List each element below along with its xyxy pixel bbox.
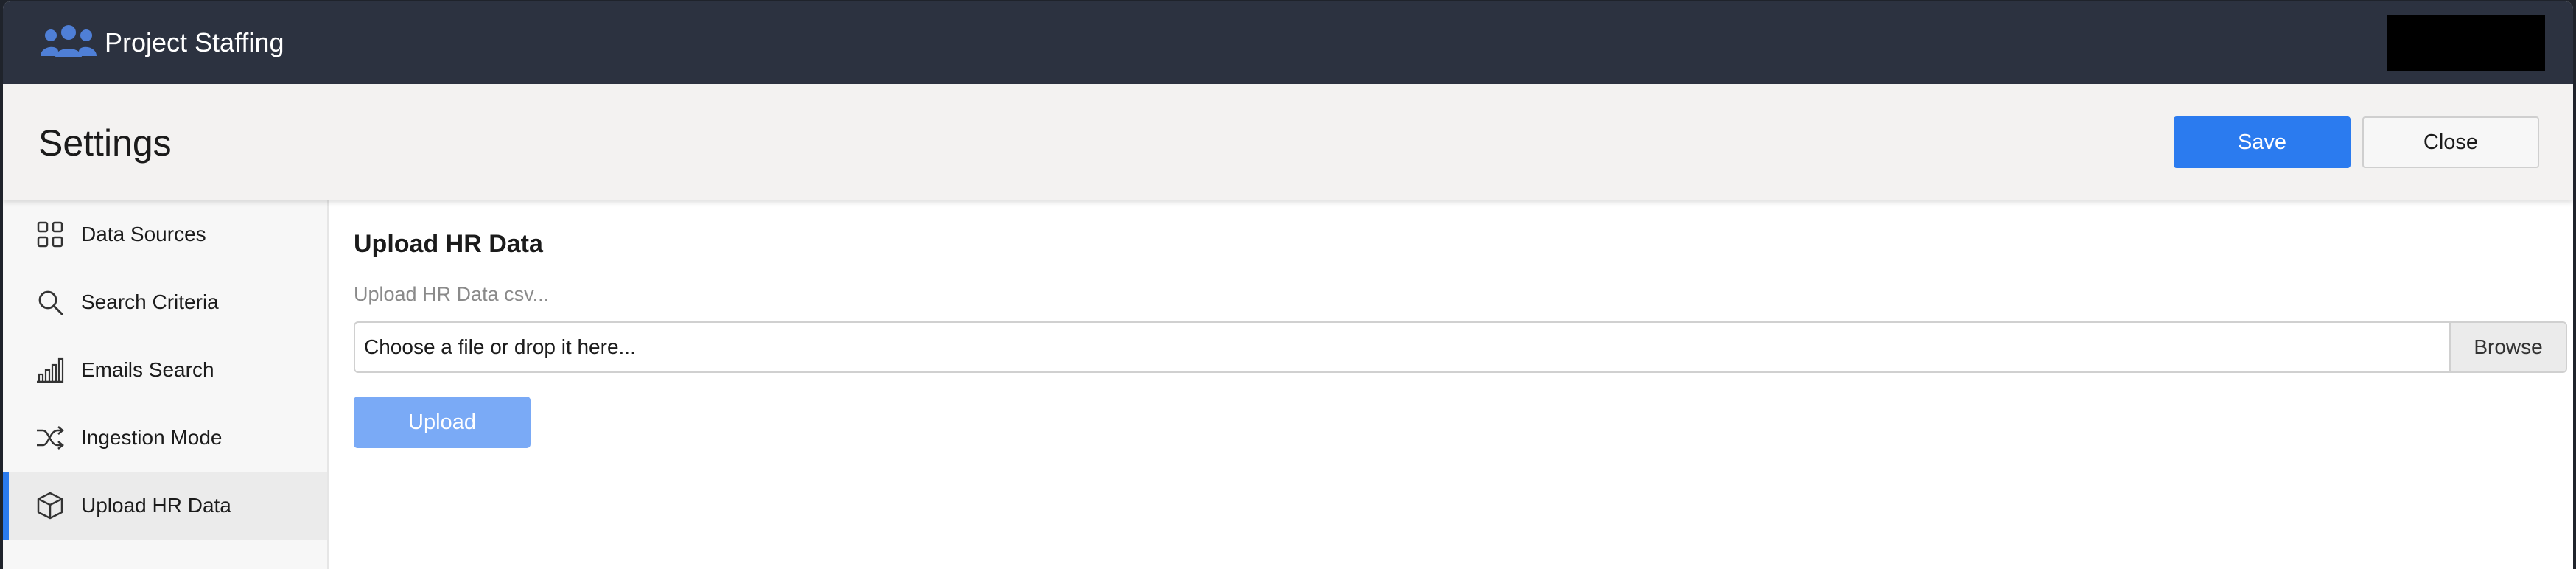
user-menu[interactable] bbox=[2387, 15, 2545, 71]
app-title: Project Staffing bbox=[105, 27, 284, 57]
save-button[interactable]: Save bbox=[2174, 116, 2351, 168]
sidebar-item-label: Upload HR Data bbox=[81, 494, 231, 517]
sidebar: Data Sources Search Criteria Emails Sear… bbox=[3, 200, 329, 569]
page-title: Settings bbox=[38, 122, 172, 164]
file-input[interactable]: Choose a file or drop it here... Browse bbox=[354, 321, 2567, 373]
main-content: Upload HR Data Upload HR Data csv... Cho… bbox=[329, 200, 2573, 569]
section-title: Upload HR Data bbox=[354, 230, 543, 258]
sidebar-item-label: Ingestion Mode bbox=[81, 426, 223, 449]
sidebar-item-upload-hr-data[interactable]: Upload HR Data bbox=[3, 472, 327, 540]
box-icon bbox=[37, 492, 63, 520]
app-window: Project Staffing Settings Save Close Dat… bbox=[3, 1, 2573, 569]
sidebar-item-emails-search[interactable]: Emails Search bbox=[3, 336, 327, 404]
upload-button[interactable]: Upload bbox=[354, 397, 531, 448]
settings-header: Settings Save Close bbox=[3, 84, 2573, 200]
grid-icon bbox=[37, 221, 63, 248]
sidebar-item-label: Emails Search bbox=[81, 358, 214, 381]
users-icon bbox=[41, 25, 97, 57]
sidebar-item-label: Search Criteria bbox=[81, 290, 219, 313]
shuffle-icon bbox=[37, 426, 64, 450]
sidebar-item-data-sources[interactable]: Data Sources bbox=[3, 200, 327, 268]
bar-chart-icon bbox=[37, 357, 64, 383]
sidebar-item-ingestion-mode[interactable]: Ingestion Mode bbox=[3, 404, 327, 472]
sidebar-item-label: Data Sources bbox=[81, 223, 206, 245]
top-bar: Project Staffing bbox=[3, 1, 2573, 84]
search-icon bbox=[38, 290, 63, 315]
sidebar-item-search-criteria[interactable]: Search Criteria bbox=[3, 268, 327, 336]
close-button[interactable]: Close bbox=[2362, 116, 2539, 168]
file-input-placeholder: Choose a file or drop it here... bbox=[364, 335, 636, 358]
field-label: Upload HR Data csv... bbox=[354, 283, 550, 305]
browse-button[interactable]: Browse bbox=[2449, 323, 2566, 371]
